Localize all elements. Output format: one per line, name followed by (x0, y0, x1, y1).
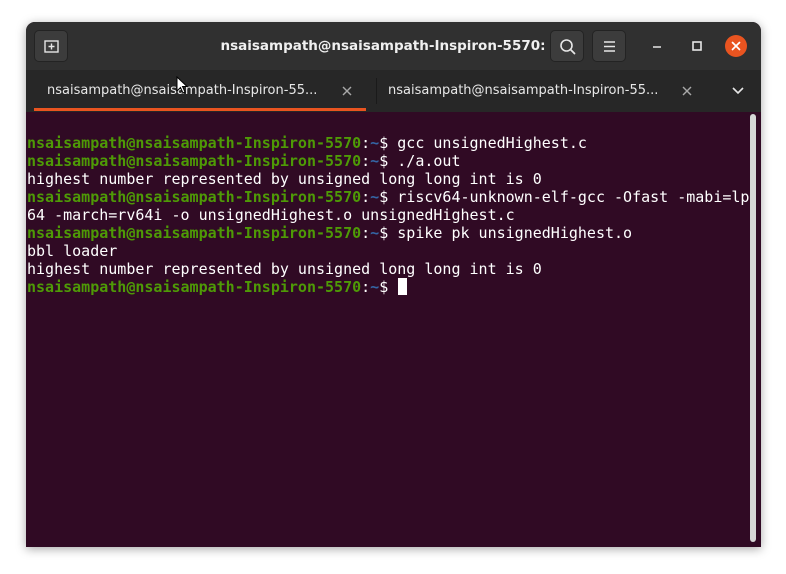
prompt-path: ~ (370, 134, 380, 152)
scrollbar[interactable] (750, 114, 756, 542)
prompt-line: nsaisampath@nsaisampath-Inspiron-5570:~$… (27, 188, 749, 206)
output-line: 64 -march=rv64i -o unsignedHighest.o uns… (27, 206, 515, 224)
prompt-user: nsaisampath@nsaisampath-Inspiron-5570 (27, 152, 362, 170)
minimize-icon (653, 46, 661, 48)
terminal-window: nsaisampath@nsaisampath-Inspiron-5570: ~ (26, 22, 761, 547)
new-tab-icon (44, 40, 59, 53)
prompt-symbol: $ (379, 278, 398, 296)
prompt-separator: : (361, 134, 371, 152)
prompt-line: nsaisampath@nsaisampath-Inspiron-5570:~$ (27, 278, 408, 296)
command-text: riscv64-unknown-elf-gcc -Ofast -mabi=lp (397, 188, 750, 206)
command-text: spike pk unsignedHighest.o (397, 224, 633, 242)
output-line: bbl loader (27, 242, 118, 260)
prompt-symbol: $ (379, 188, 398, 206)
mouse-pointer-icon (176, 76, 189, 94)
tab-overflow-chevron-down-icon[interactable] (730, 84, 746, 98)
maximize-icon (692, 41, 702, 51)
tab-1-close-icon[interactable] (340, 84, 354, 98)
terminal-output[interactable]: nsaisampath@nsaisampath-Inspiron-5570:~$… (26, 112, 749, 547)
active-tab-indicator (34, 108, 366, 111)
text-cursor (398, 278, 408, 295)
command-text: gcc unsignedHighest.c (397, 134, 587, 152)
prompt-separator: : (361, 224, 371, 242)
maximize-button[interactable] (686, 35, 708, 57)
output-line: highest number represented by unsigned l… (27, 260, 542, 278)
prompt-symbol: $ (379, 224, 398, 242)
close-button[interactable] (725, 35, 747, 57)
prompt-symbol: $ (379, 152, 398, 170)
prompt-path: ~ (370, 278, 380, 296)
prompt-line: nsaisampath@nsaisampath-Inspiron-5570:~$… (27, 224, 632, 242)
new-tab-button[interactable] (34, 30, 68, 62)
close-icon (731, 41, 741, 51)
prompt-user: nsaisampath@nsaisampath-Inspiron-5570 (27, 278, 362, 296)
tab-2-label: nsaisampath@nsaisampath-Inspiron-55... (388, 83, 659, 98)
prompt-path: ~ (370, 224, 380, 242)
prompt-separator: : (361, 278, 371, 296)
prompt-separator: : (361, 152, 371, 170)
prompt-user: nsaisampath@nsaisampath-Inspiron-5570 (27, 134, 362, 152)
tab-1[interactable]: nsaisampath@nsaisampath-Inspiron-55... (26, 70, 376, 112)
search-icon (560, 39, 576, 55)
tab-2-close-icon[interactable] (680, 84, 694, 98)
window-title: nsaisampath@nsaisampath-Inspiron-5570: ~ (220, 38, 562, 54)
command-text: ./a.out (397, 152, 461, 170)
prompt-separator: : (361, 188, 371, 206)
header-bar: nsaisampath@nsaisampath-Inspiron-5570: ~ (26, 22, 761, 70)
prompt-user: nsaisampath@nsaisampath-Inspiron-5570 (27, 188, 362, 206)
prompt-user: nsaisampath@nsaisampath-Inspiron-5570 (27, 224, 362, 242)
prompt-path: ~ (370, 152, 380, 170)
prompt-line: nsaisampath@nsaisampath-Inspiron-5570:~$… (27, 134, 587, 152)
tab-bar: nsaisampath@nsaisampath-Inspiron-55... n… (26, 70, 761, 112)
hamburger-menu-icon (604, 41, 615, 52)
minimize-button[interactable] (646, 35, 668, 57)
menu-button[interactable] (592, 30, 626, 62)
tab-2[interactable]: nsaisampath@nsaisampath-Inspiron-55... (377, 70, 717, 112)
search-button[interactable] (550, 30, 584, 62)
prompt-symbol: $ (379, 134, 398, 152)
prompt-path: ~ (370, 188, 380, 206)
output-line: highest number represented by unsigned l… (27, 170, 542, 188)
prompt-line: nsaisampath@nsaisampath-Inspiron-5570:~$… (27, 152, 460, 170)
